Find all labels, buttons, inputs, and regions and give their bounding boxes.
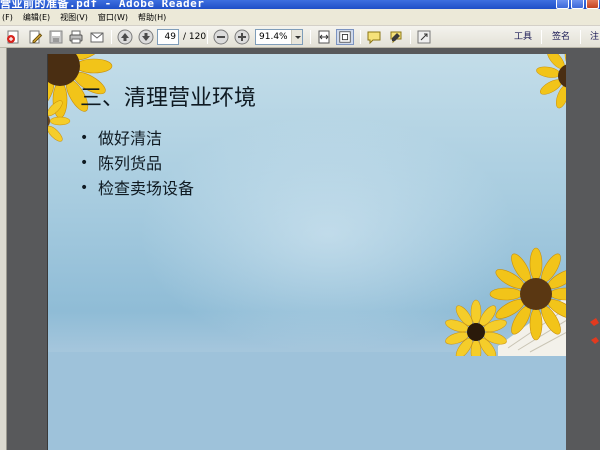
comment-icon[interactable] bbox=[365, 29, 383, 45]
toolbar-separator bbox=[360, 30, 361, 44]
toolbar-separator bbox=[410, 30, 411, 44]
comment-panel-button[interactable]: 注 bbox=[590, 30, 599, 44]
list-item: 检查卖场设备 bbox=[80, 176, 194, 201]
slide-title: 三、清理营业环境 bbox=[80, 86, 257, 111]
minimize-button[interactable] bbox=[556, 0, 569, 9]
list-item: 做好清洁 bbox=[80, 126, 194, 151]
maximize-button[interactable] bbox=[571, 0, 584, 9]
print-icon[interactable] bbox=[67, 29, 85, 45]
zoom-out-icon[interactable] bbox=[212, 29, 230, 45]
arrow-up-icon[interactable] bbox=[116, 29, 134, 45]
tools-button[interactable]: 工具 bbox=[514, 30, 532, 44]
slide-lower-band bbox=[48, 352, 566, 450]
close-button[interactable] bbox=[586, 0, 599, 9]
zoom-select[interactable]: 91.4% bbox=[255, 29, 303, 45]
menu-bar: (F) 编辑(E) 视图(V) 窗口(W) 帮助(H) bbox=[0, 9, 600, 26]
navigation-panel[interactable] bbox=[0, 48, 7, 450]
window-title: 营业前的准备.pdf - Adobe Reader bbox=[0, 0, 205, 9]
highlight-icon[interactable] bbox=[387, 29, 405, 45]
side-decoration-icon bbox=[590, 318, 599, 344]
toolbar-separator bbox=[310, 30, 311, 44]
chevron-down-icon[interactable] bbox=[291, 30, 302, 44]
list-item: 陈列货品 bbox=[80, 151, 194, 176]
arrow-down-icon[interactable] bbox=[137, 29, 155, 45]
toolbar-separator bbox=[580, 30, 581, 44]
toolbar: 49 / 120 91.4% 工具 签名 注 bbox=[0, 26, 600, 48]
bullet-list: 做好清洁 陈列货品 检查卖场设备 bbox=[80, 126, 194, 201]
page-number-input[interactable]: 49 bbox=[157, 29, 179, 45]
toolbar-separator bbox=[207, 30, 208, 44]
menu-window[interactable]: 窗口(W) bbox=[98, 12, 128, 23]
sunflower-image bbox=[445, 247, 566, 356]
menu-edit[interactable]: 编辑(E) bbox=[23, 12, 50, 23]
fit-width-icon[interactable] bbox=[315, 29, 333, 45]
zoom-value: 91.4% bbox=[259, 32, 288, 42]
page-total: / 120 bbox=[183, 32, 207, 42]
zoom-in-icon[interactable] bbox=[233, 29, 251, 45]
save-icon[interactable] bbox=[47, 29, 65, 45]
expand-icon[interactable] bbox=[415, 29, 433, 45]
create-pdf-icon[interactable] bbox=[4, 29, 22, 45]
email-icon[interactable] bbox=[88, 29, 106, 45]
toolbar-separator bbox=[541, 30, 542, 44]
fit-page-icon[interactable] bbox=[336, 29, 354, 45]
menu-help[interactable]: 帮助(H) bbox=[138, 12, 166, 23]
title-bar: 营业前的准备.pdf - Adobe Reader bbox=[0, 0, 600, 9]
toolbar-separator bbox=[111, 30, 112, 44]
menu-file[interactable]: (F) bbox=[2, 13, 13, 22]
right-scroll-area[interactable] bbox=[578, 48, 600, 450]
sign-button[interactable]: 签名 bbox=[552, 30, 570, 44]
pdf-page: 三、清理营业环境 做好清洁 陈列货品 检查卖场设备 bbox=[47, 54, 566, 450]
sunflower-image bbox=[536, 54, 566, 109]
edit-icon[interactable] bbox=[26, 29, 44, 45]
menu-view[interactable]: 视图(V) bbox=[60, 12, 88, 23]
